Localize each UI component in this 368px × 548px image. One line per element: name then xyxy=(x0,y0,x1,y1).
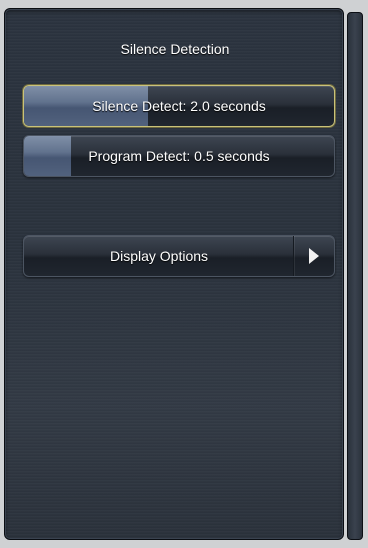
play-arrow-icon xyxy=(309,248,319,264)
settings-panel: Silence Detection Silence Detect: 2.0 se… xyxy=(4,8,344,540)
program-detect-button[interactable]: Program Detect: 0.5 seconds xyxy=(23,135,335,177)
display-options-label: Display Options xyxy=(109,248,209,264)
silence-detect-button[interactable]: Silence Detect: 2.0 seconds xyxy=(23,85,335,127)
display-options-arrow-zone[interactable] xyxy=(293,236,334,276)
scrollbar[interactable] xyxy=(347,12,363,540)
display-options-button[interactable]: Display Options xyxy=(23,235,335,277)
silence-detect-label: Silence Detect: 2.0 seconds xyxy=(92,98,266,114)
window-frame: Silence Detection Silence Detect: 2.0 se… xyxy=(0,0,368,548)
program-detect-label: Program Detect: 0.5 seconds xyxy=(88,148,270,164)
panel-title: Silence Detection xyxy=(120,41,230,57)
